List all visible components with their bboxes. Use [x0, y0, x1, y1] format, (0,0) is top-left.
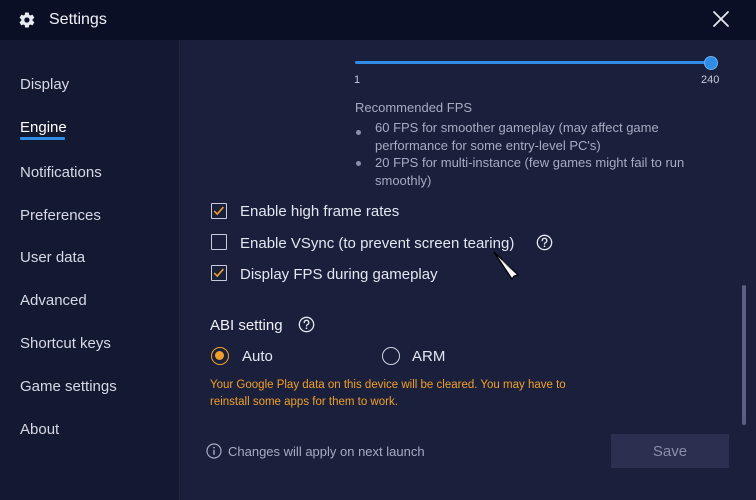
info-icon	[206, 443, 222, 459]
fps-slider-max-label: 240	[701, 74, 720, 86]
abi-arm-radio[interactable]	[382, 347, 400, 365]
restart-note: Changes will apply on next launch	[228, 444, 425, 459]
sidebar-item-user-data[interactable]: User data	[20, 249, 85, 266]
gear-icon	[19, 12, 35, 28]
sidebar-item-game-settings[interactable]: Game settings	[20, 378, 117, 395]
sidebar-item-notifications[interactable]: Notifications	[20, 164, 102, 181]
sidebar-item-about[interactable]: About	[20, 421, 59, 438]
vsync-checkbox[interactable]	[211, 234, 227, 250]
recommended-fps-item: 60 FPS for smoother gameplay (may affect…	[375, 120, 659, 153]
sidebar-item-preferences[interactable]: Preferences	[20, 207, 101, 224]
fps-slider-thumb[interactable]	[704, 56, 718, 70]
bullet-icon	[356, 130, 361, 135]
sidebar-item-engine[interactable]: Engine	[20, 119, 67, 136]
recommended-fps-item: 20 FPS for multi-instance (few games mig…	[375, 155, 685, 188]
recommended-fps-title: Recommended FPS	[355, 100, 473, 115]
help-icon[interactable]	[536, 234, 553, 251]
close-icon[interactable]	[712, 10, 730, 28]
save-button[interactable]: Save	[611, 434, 729, 468]
check-icon	[213, 206, 224, 216]
window-title: Settings	[49, 11, 107, 28]
abi-auto-radio[interactable]	[211, 347, 229, 365]
abi-setting-title: ABI setting	[210, 317, 283, 334]
bullet-icon	[356, 161, 361, 166]
sidebar-item-advanced[interactable]: Advanced	[20, 292, 87, 309]
settings-window: Settings Display Engine Notifications Pr…	[0, 0, 756, 500]
pointer-cursor-icon	[493, 251, 520, 280]
high-frame-rates-checkbox[interactable]	[211, 203, 227, 219]
fps-slider-min-label: 1	[354, 74, 361, 86]
title-bar: Settings	[0, 0, 756, 40]
active-tab-indicator	[20, 137, 65, 140]
check-icon	[213, 268, 224, 278]
help-icon[interactable]	[298, 316, 315, 333]
sidebar: Display Engine Notifications Preferences…	[0, 40, 180, 500]
vsync-label[interactable]: Enable VSync (to prevent screen tearing)	[240, 235, 514, 252]
display-fps-checkbox[interactable]	[211, 265, 227, 281]
display-fps-label[interactable]: Display FPS during gameplay	[240, 266, 438, 283]
fps-slider-track[interactable]	[355, 61, 713, 64]
abi-warning-text: Your Google Play data on this device wil…	[210, 379, 566, 408]
abi-auto-label[interactable]: Auto	[242, 348, 273, 365]
sidebar-item-shortcut-keys[interactable]: Shortcut keys	[20, 335, 111, 352]
high-frame-rates-label[interactable]: Enable high frame rates	[240, 203, 399, 220]
abi-arm-label[interactable]: ARM	[412, 348, 445, 365]
scrollbar[interactable]	[742, 285, 746, 425]
engine-settings-panel: 1 240 Recommended FPS 60 FPS for smoothe…	[181, 40, 756, 500]
sidebar-item-display[interactable]: Display	[20, 76, 69, 93]
